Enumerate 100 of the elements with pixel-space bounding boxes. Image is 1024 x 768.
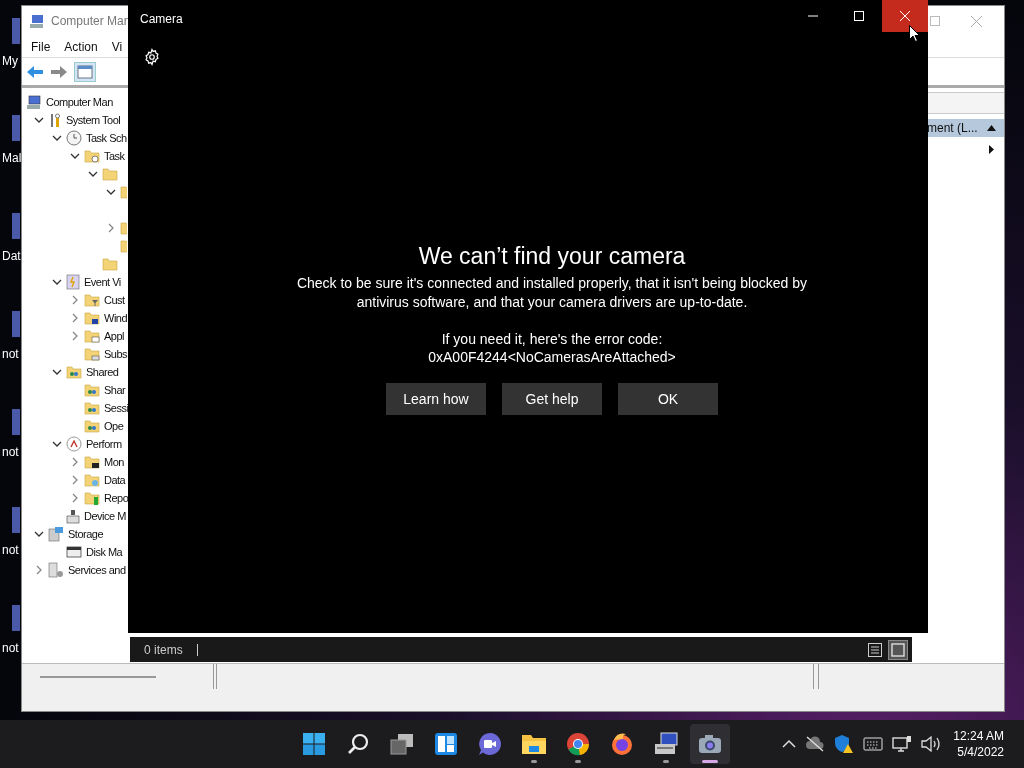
desktop-icon-label[interactable]: My bbox=[0, 54, 18, 68]
tree-item[interactable]: Data bbox=[104, 474, 126, 486]
tree-item[interactable]: Computer Man bbox=[46, 96, 113, 108]
printer-icon bbox=[66, 508, 80, 524]
desktop-icon-label[interactable]: Mal bbox=[0, 151, 22, 165]
menu-item[interactable]: Action bbox=[64, 37, 98, 56]
error-code: 0xA00F4244<NoCamerasAreAttached> bbox=[428, 348, 676, 366]
folder-window-icon bbox=[84, 329, 100, 343]
chrome-icon bbox=[566, 732, 590, 756]
large-icons-view-button[interactable] bbox=[888, 639, 908, 660]
desktop-icon-label[interactable]: not bbox=[0, 543, 19, 557]
chevron-right-icon[interactable] bbox=[70, 331, 80, 341]
chevron-down-icon[interactable] bbox=[106, 187, 116, 197]
tree-toggle-button[interactable] bbox=[74, 61, 96, 82]
dialog-button[interactable]: OK bbox=[618, 383, 718, 415]
tools-icon bbox=[48, 112, 62, 128]
running-indicator bbox=[663, 760, 669, 763]
folder-filter-icon bbox=[84, 293, 100, 307]
item-count: 0 items bbox=[144, 641, 183, 659]
tree-item[interactable]: Device M bbox=[84, 510, 126, 522]
scrollbar-thumb[interactable] bbox=[40, 675, 156, 678]
chevron-down-icon[interactable] bbox=[88, 169, 98, 179]
tree-item[interactable]: Perform bbox=[86, 438, 122, 450]
clock[interactable]: 12:24 AM 5/4/2022 bbox=[953, 728, 1004, 760]
widgets-icon bbox=[434, 732, 458, 756]
tree-item[interactable]: Shar bbox=[104, 384, 126, 396]
tree-item[interactable]: Shared bbox=[86, 366, 119, 378]
firefox-icon bbox=[610, 732, 634, 756]
tree-item[interactable]: Storage bbox=[68, 528, 104, 540]
tree-item[interactable]: Ope bbox=[104, 420, 124, 432]
search-icon bbox=[346, 732, 370, 756]
tree-item[interactable]: Disk Ma bbox=[86, 546, 123, 558]
chevron-down-icon[interactable] bbox=[34, 115, 44, 125]
cloud-icon[interactable] bbox=[805, 736, 826, 752]
desktop-icon-label[interactable]: not bbox=[0, 347, 19, 361]
chevron-right-icon[interactable] bbox=[70, 313, 80, 323]
chevron-right-icon[interactable] bbox=[34, 565, 44, 575]
folder-window-icon bbox=[84, 347, 100, 361]
chevron-right-icon[interactable] bbox=[106, 223, 116, 233]
mouse-pointer-icon bbox=[909, 25, 920, 42]
tree-item[interactable]: Mon bbox=[104, 456, 124, 468]
chevron-down-icon[interactable] bbox=[52, 367, 62, 377]
window-title: Camera bbox=[140, 11, 183, 28]
chevron-right-icon[interactable] bbox=[70, 295, 80, 305]
folder-report-icon bbox=[84, 491, 100, 505]
submenu-arrow-icon[interactable] bbox=[989, 145, 994, 154]
chevron-down-icon[interactable] bbox=[52, 133, 62, 143]
chevron-down-icon[interactable] bbox=[52, 277, 62, 287]
tree-item[interactable]: Wind bbox=[104, 312, 128, 324]
error-message: Check to be sure it's connected and installed properly, that it isn't being blocked by antivirus software, and that your camera drivers are up-to-date. bbox=[295, 274, 809, 312]
actions-header[interactable]: ment (L... bbox=[927, 119, 1004, 137]
desktop-icon-label[interactable]: not bbox=[0, 445, 19, 459]
video-chat-icon bbox=[478, 732, 502, 756]
desktop-icon-label[interactable]: Dat bbox=[0, 249, 21, 263]
chevron-right-icon[interactable] bbox=[70, 457, 80, 467]
close-button[interactable] bbox=[882, 0, 928, 32]
computer-icon bbox=[26, 94, 42, 110]
chevron-down-icon[interactable] bbox=[52, 439, 62, 449]
folder-clock-icon bbox=[84, 149, 100, 163]
folder-monitor-icon bbox=[84, 455, 100, 469]
chevron-down-icon[interactable] bbox=[70, 151, 80, 161]
settings-button[interactable] bbox=[142, 47, 162, 67]
event-log-icon bbox=[66, 274, 80, 290]
taskbar-button[interactable] bbox=[690, 724, 730, 764]
chevron-down-icon[interactable] bbox=[34, 529, 44, 539]
keyboard-icon[interactable] bbox=[863, 737, 884, 751]
dialog-button[interactable]: Get help bbox=[502, 383, 602, 415]
server-gear-icon bbox=[48, 562, 64, 578]
close-icon bbox=[900, 11, 910, 21]
back-arrow-icon[interactable] bbox=[26, 64, 44, 79]
tree-item[interactable]: Appl bbox=[104, 330, 125, 342]
folder-icon bbox=[521, 733, 547, 755]
storage-icon bbox=[48, 526, 64, 542]
menu-item[interactable]: File bbox=[31, 37, 51, 56]
tree-item[interactable]: System Tool bbox=[66, 114, 121, 126]
network-icon[interactable] bbox=[892, 735, 913, 753]
tree-item[interactable]: Event Vi bbox=[84, 276, 121, 288]
dialog-button[interactable]: Learn how bbox=[386, 383, 486, 415]
volume-icon[interactable] bbox=[921, 735, 942, 753]
tree-item[interactable]: Cust bbox=[104, 294, 125, 306]
tree-item[interactable]: Sessi bbox=[104, 402, 129, 414]
tree-item[interactable]: Subs bbox=[104, 348, 128, 360]
tree-item[interactable]: Task bbox=[104, 150, 125, 162]
chevron-right-icon[interactable] bbox=[70, 475, 80, 485]
tree-item[interactable]: Services and bbox=[68, 564, 126, 576]
maximize-icon bbox=[930, 16, 940, 26]
tree-item[interactable]: Task Sch bbox=[86, 132, 127, 144]
shared-folder-icon bbox=[84, 383, 100, 397]
collapse-icon bbox=[987, 125, 996, 131]
running-indicator bbox=[531, 760, 537, 763]
shared-folder-icon bbox=[84, 401, 100, 415]
tree-item[interactable]: Repo bbox=[104, 492, 129, 504]
desktop-icon-label[interactable]: not bbox=[0, 641, 19, 655]
running-indicator bbox=[702, 760, 718, 763]
chevron-right-icon[interactable] bbox=[70, 493, 80, 503]
menu-item[interactable]: Vi bbox=[111, 37, 123, 56]
shield-warning-icon[interactable] bbox=[834, 734, 855, 754]
chevron-up-icon[interactable] bbox=[782, 739, 797, 749]
error-heading: We can’t find your camera bbox=[418, 242, 686, 271]
computer-management-icon bbox=[653, 732, 679, 756]
